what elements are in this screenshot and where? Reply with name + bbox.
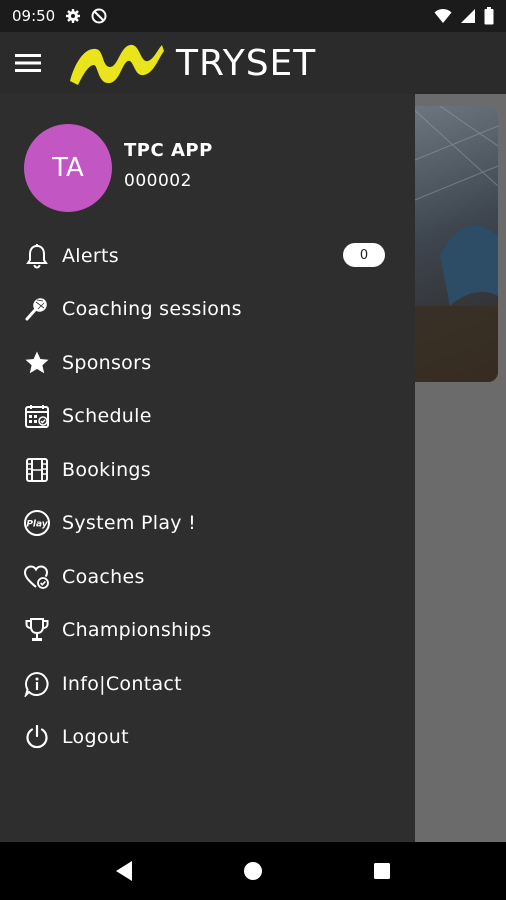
home-button[interactable] xyxy=(233,851,273,891)
status-time: 09:50 xyxy=(12,7,56,25)
menu-item-schedule[interactable]: Schedule xyxy=(0,390,415,444)
trophy-icon xyxy=(22,615,52,645)
alerts-count-badge: 0 xyxy=(343,243,385,267)
system-nav-bar xyxy=(0,842,506,900)
menu-item-label: Logout xyxy=(62,726,129,749)
home-circle-icon xyxy=(243,862,262,880)
power-icon xyxy=(22,722,52,752)
heart-check-icon xyxy=(22,562,52,592)
menu-item-coaches[interactable]: Coaches xyxy=(0,550,415,604)
menu-icon xyxy=(15,54,41,72)
menu-item-coaching-sessions[interactable]: Coaching sessions xyxy=(0,283,415,337)
logo-text: TRYSET xyxy=(176,42,317,84)
battery-icon xyxy=(484,7,494,25)
user-name: TPC APP xyxy=(124,139,213,161)
star-icon xyxy=(22,348,52,378)
back-triangle-icon xyxy=(116,861,133,881)
menu-item-label: Schedule xyxy=(62,405,152,428)
menu-item-system-play[interactable]: Play System Play ! xyxy=(0,497,415,551)
drawer-header: TA TPC APP 000002 xyxy=(24,124,213,212)
app-logo: TRYSET xyxy=(66,37,316,89)
recents-square-icon xyxy=(373,863,390,879)
tryset-logo-icon xyxy=(70,44,164,85)
play-badge-icon: Play xyxy=(22,508,52,538)
menu-item-label: System Play ! xyxy=(62,512,197,535)
menu-item-label: Alerts xyxy=(62,244,119,267)
wifi-icon xyxy=(434,8,452,24)
menu-item-label: Bookings xyxy=(62,458,151,481)
bell-icon xyxy=(22,241,52,271)
hamburger-menu-button[interactable] xyxy=(0,32,56,94)
signal-icon xyxy=(460,8,476,24)
film-strip-icon xyxy=(22,455,52,485)
settings-status-icon xyxy=(65,8,81,24)
menu-item-logout[interactable]: Logout xyxy=(0,711,415,765)
svg-text:Play: Play xyxy=(26,520,48,530)
menu-item-label: Info|Contact xyxy=(62,672,182,695)
menu-item-label: Championships xyxy=(62,619,212,642)
racket-icon xyxy=(22,294,52,324)
menu-item-championships[interactable]: Championships xyxy=(0,604,415,658)
menu-item-info-contact[interactable]: Info|Contact xyxy=(0,657,415,711)
avatar[interactable]: TA xyxy=(24,124,112,212)
back-button[interactable] xyxy=(104,851,144,891)
calendar-icon xyxy=(22,401,52,431)
user-id: 000002 xyxy=(124,170,192,191)
info-bubble-icon xyxy=(22,669,52,699)
menu-item-label: Coaching sessions xyxy=(62,298,242,321)
menu-item-bookings[interactable]: Bookings xyxy=(0,443,415,497)
status-bar: 09:50 xyxy=(0,0,506,32)
data-saver-icon xyxy=(91,8,107,24)
recents-button[interactable] xyxy=(362,851,402,891)
menu-item-sponsors[interactable]: Sponsors xyxy=(0,336,415,390)
menu-item-alerts[interactable]: Alerts 0 xyxy=(0,229,415,283)
menu-item-label: Sponsors xyxy=(62,351,152,374)
app-bar: TRYSET xyxy=(0,32,506,94)
drawer-menu: Alerts 0 Coaching sessions Sponsors Sche… xyxy=(0,229,415,764)
menu-item-label: Coaches xyxy=(62,565,145,588)
navigation-drawer: TA TPC APP 000002 Alerts 0 Coaching sess… xyxy=(0,94,415,842)
